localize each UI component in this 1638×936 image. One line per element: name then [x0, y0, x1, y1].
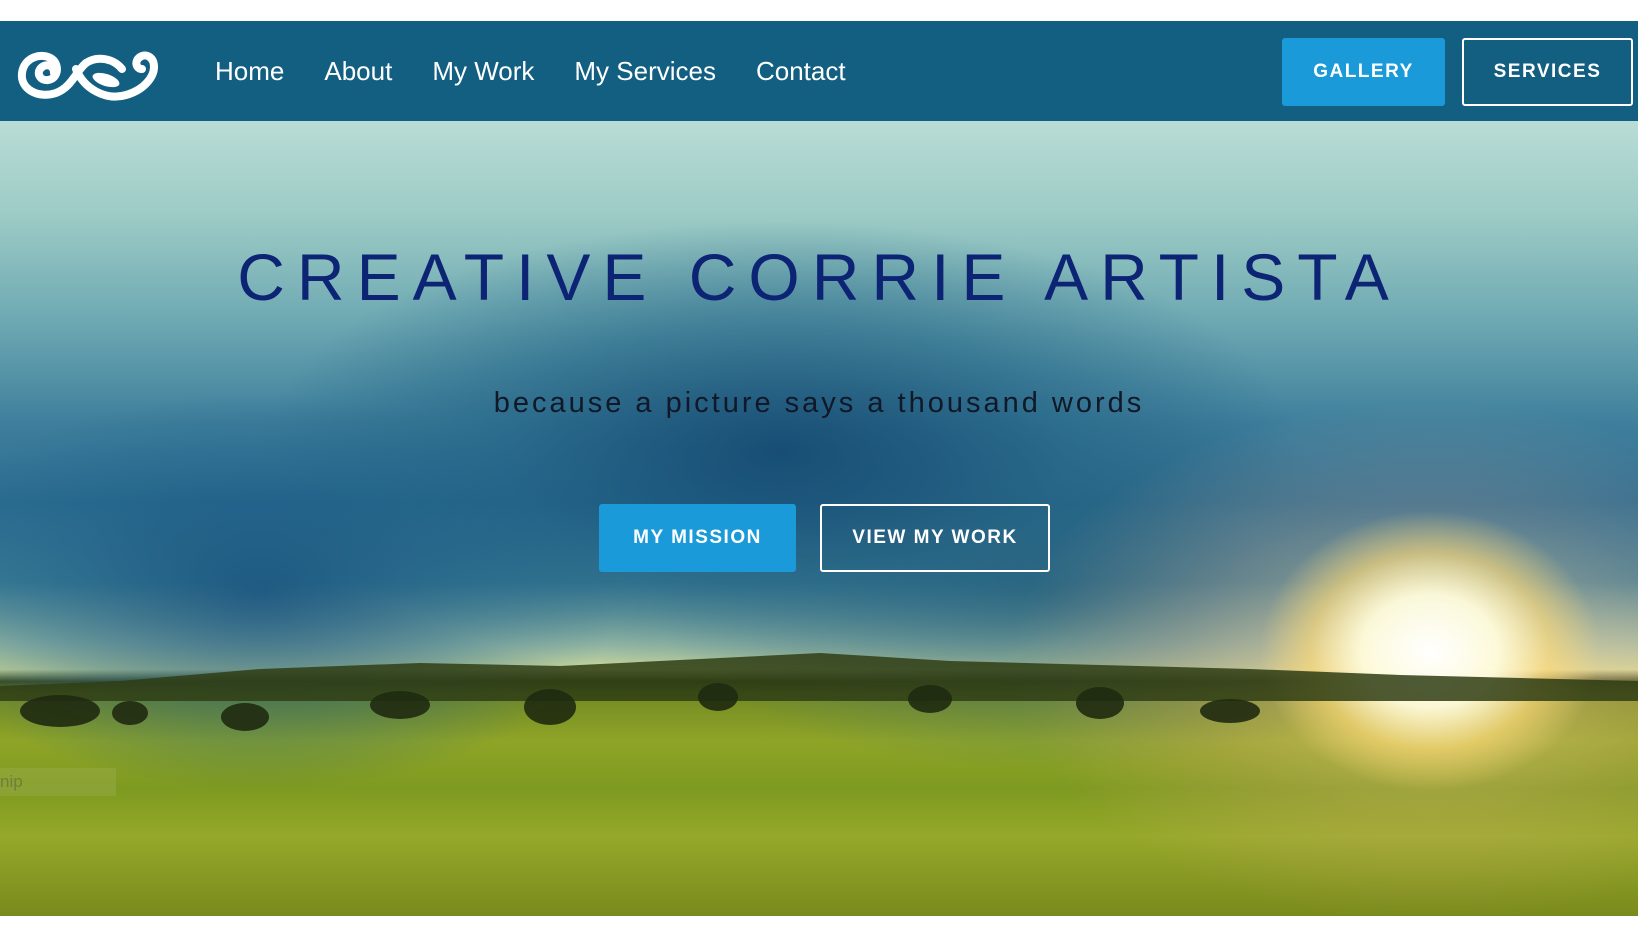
nav-my-work[interactable]: My Work: [432, 56, 534, 87]
main-nav: Home About My Work My Services Contact: [215, 21, 846, 121]
my-mission-button[interactable]: MY MISSION: [599, 504, 796, 572]
nav-my-services[interactable]: My Services: [574, 56, 716, 87]
page: Home About My Work My Services Contact G…: [0, 0, 1638, 936]
nav-about[interactable]: About: [324, 56, 392, 87]
view-my-work-button[interactable]: VIEW MY WORK: [820, 504, 1050, 572]
gallery-button[interactable]: GALLERY: [1282, 38, 1445, 106]
nav-contact[interactable]: Contact: [756, 56, 846, 87]
bottom-strip: [0, 916, 1638, 936]
hero-subtitle: because a picture says a thousand words: [493, 387, 1145, 419]
services-button[interactable]: SERVICES: [1462, 38, 1633, 106]
nav-home[interactable]: Home: [215, 56, 284, 87]
tooltip-fragment: nip: [0, 768, 116, 796]
horizon-trees-image: [0, 653, 1638, 731]
hero-title: CREATIVE CORRIE ARTISTA: [237, 240, 1401, 314]
top-navbar: Home About My Work My Services Contact G…: [0, 21, 1638, 121]
hero-section: CREATIVE CORRIE ARTISTA because a pictur…: [0, 121, 1638, 916]
swirl-logo-icon[interactable]: [14, 35, 170, 107]
